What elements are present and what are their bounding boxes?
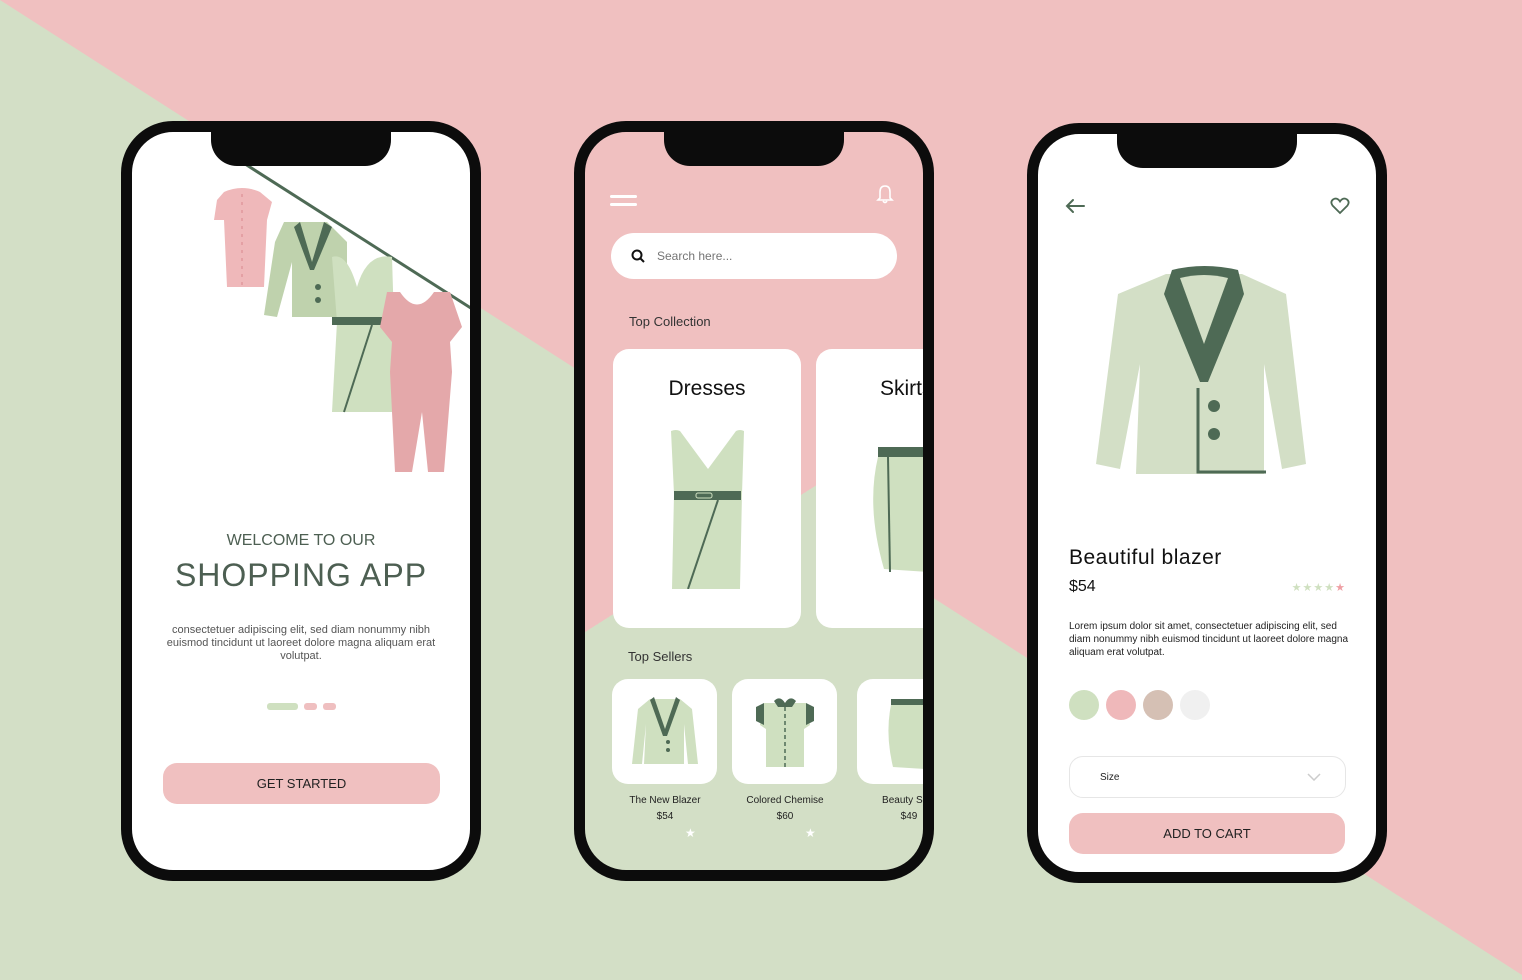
clothes-rack-illustration [214,160,470,472]
seller-price: $54 [656,811,674,822]
seller-card[interactable] [857,679,923,784]
arrow-left-icon[interactable] [1064,198,1086,214]
bell-icon[interactable] [876,184,894,204]
welcome-phone: WELCOME TO OUR SHOPPING APP consectetuer… [121,121,481,881]
seller-name: The New Blazer [629,795,701,806]
pager-dot-active[interactable] [266,703,298,710]
size-select[interactable]: Size [1069,756,1346,798]
skirt-icon [873,447,923,572]
chemise-icon [756,698,814,767]
welcome-subtitle: WELCOME TO OUR [226,532,376,549]
skirt-icon [888,699,923,769]
color-swatch-white[interactable] [1180,690,1210,720]
home-phone: Top Collection Dresses Skirts Top Seller… [574,121,934,881]
dress-icon [671,430,744,589]
star-icon: ★ [1302,582,1314,594]
product-title: Beautiful blazer [1069,546,1222,569]
product-price: $54 [1069,578,1096,595]
product-description: Lorem ipsum dolor sit amet, consectetuer… [1069,621,1349,658]
star-icon: ★ [1313,582,1325,594]
app-title: SHOPPING APP [174,557,428,593]
heart-icon[interactable] [1330,197,1350,215]
pager-dots [132,703,470,710]
chevron-down-icon [1307,773,1321,781]
blazer-icon [632,697,698,764]
star-icon[interactable]: ★ [805,826,816,840]
welcome-description: consectetuer adipiscing elit, sed diam n… [166,624,436,662]
seller-card[interactable] [612,679,717,784]
phone-notch [211,132,391,166]
size-label: Size [1100,771,1120,783]
hamburger-icon[interactable] [610,195,637,211]
top-sellers-heading: Top Sellers [628,649,693,664]
detail-phone: Beautiful blazer $54 ★★★★★ Lorem ipsum d… [1027,123,1387,883]
star-icon: ★ [1324,582,1336,594]
seller-price: $49 [900,811,918,822]
pager-dot[interactable] [322,703,336,710]
seller-name: Beauty Skirt [882,795,934,806]
pager-dot[interactable] [303,703,317,710]
seller-card[interactable] [732,679,837,784]
add-to-cart-button[interactable]: ADD TO CART [1069,813,1345,854]
phone-notch [1117,134,1297,168]
color-swatch-beige[interactable] [1143,690,1173,720]
star-icon: ★ [1335,582,1346,594]
seller-name: Colored Chemise [746,795,824,806]
color-swatch-green[interactable] [1069,690,1099,720]
blouse-icon [214,188,272,287]
seller-price: $60 [776,811,794,822]
search-icon [631,249,645,263]
collection-title: Skirts [880,377,933,400]
get-started-button[interactable]: GET STARTED [163,763,440,804]
search-bar[interactable] [611,233,897,279]
pink-dress-icon [380,292,462,472]
search-input[interactable] [657,249,857,263]
phone-notch [664,132,844,166]
product-image-blazer [1096,266,1306,474]
star-icon: ★ [1291,582,1303,594]
color-swatch-pink[interactable] [1106,690,1136,720]
collection-card-skirts[interactable]: Skirts [816,349,933,628]
star-icon[interactable]: ★ [685,826,696,840]
top-collection-heading: Top Collection [629,314,711,329]
product-rating: ★★★★★ [1292,581,1346,594]
collection-title: Dresses [668,377,746,400]
collection-card-dresses[interactable]: Dresses [613,349,801,628]
